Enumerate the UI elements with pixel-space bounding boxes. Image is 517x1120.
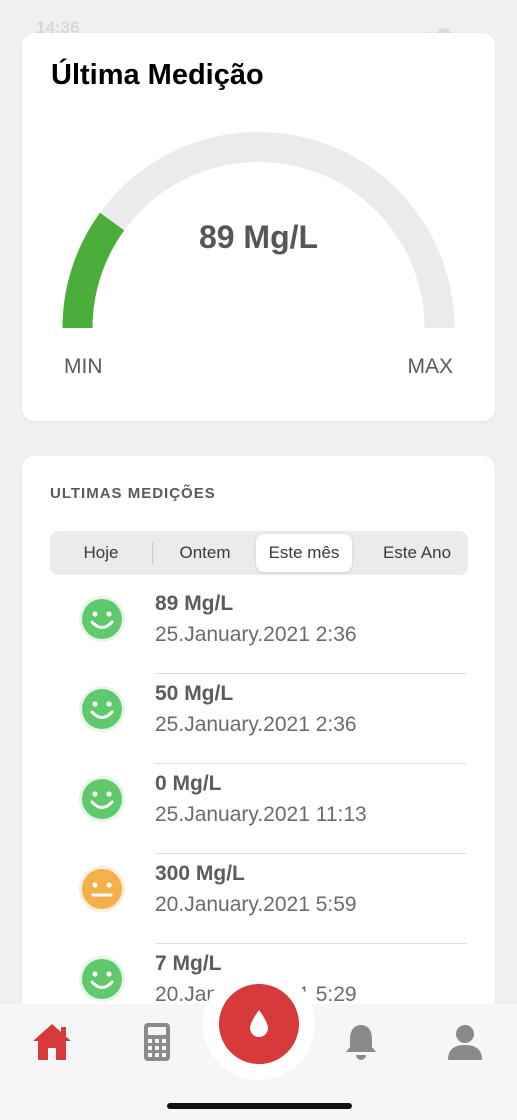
- measurement-list: 89 Mg/L 25.January.2021 2:36 50 Mg/L 25.…: [22, 584, 495, 1016]
- tab-this-month[interactable]: Este mês: [256, 534, 352, 572]
- list-item[interactable]: 300 Mg/L 20.January.2021 5:59: [22, 854, 495, 944]
- segment-divider: [152, 542, 153, 564]
- list-item[interactable]: 0 Mg/L 25.January.2021 11:13: [22, 764, 495, 854]
- bell-icon[interactable]: [339, 1020, 383, 1064]
- measurement-date: 20.January.2021 5:59: [155, 893, 357, 916]
- status-bar: 14:36: [0, 0, 517, 56]
- measurement-value: 7 Mg/L: [155, 952, 222, 975]
- home-icon[interactable]: [30, 1020, 74, 1064]
- happy-face-icon: [79, 596, 125, 642]
- tab-this-year[interactable]: Este Ano: [366, 531, 468, 575]
- gauge-max-label: MAX: [407, 355, 453, 378]
- tab-bar: [0, 968, 517, 1120]
- measurement-value: 50 Mg/L: [155, 682, 234, 705]
- measurement-value: 0 Mg/L: [155, 772, 222, 795]
- measurement-date: 25.January.2021 2:36: [155, 623, 357, 646]
- status-icons: [421, 20, 481, 56]
- measurement-value: 300 Mg/L: [155, 862, 245, 885]
- measurement-date: 25.January.2021 2:36: [155, 713, 357, 736]
- measurement-date: 25.January.2021 11:13: [155, 803, 367, 826]
- calculator-icon[interactable]: [135, 1020, 179, 1064]
- last-measurement-card: Última Medição 89 Mg/L MIN MAX: [22, 33, 495, 421]
- tab-yesterday[interactable]: Ontem: [154, 531, 256, 575]
- period-segmented-control: Hoje Ontem Este mês Este Ano: [50, 531, 468, 575]
- gauge-min-label: MIN: [64, 355, 103, 378]
- happy-face-icon: [79, 686, 125, 732]
- profile-icon[interactable]: [443, 1020, 487, 1064]
- happy-face-icon: [79, 956, 125, 1002]
- measurements-card: ULTIMAS MEDIÇÕES Hoje Ontem Este mês Est…: [22, 456, 495, 1016]
- blood-drop-icon[interactable]: [219, 984, 299, 1064]
- home-indicator: [167, 1103, 352, 1109]
- tab-today[interactable]: Hoje: [50, 531, 152, 575]
- measurement-value: 89 Mg/L: [155, 592, 234, 615]
- section-title: ULTIMAS MEDIÇÕES: [50, 485, 216, 502]
- list-item[interactable]: 89 Mg/L 25.January.2021 2:36: [22, 584, 495, 674]
- gauge-value: 89 Mg/L: [198, 219, 319, 255]
- list-item[interactable]: 50 Mg/L 25.January.2021 2:36: [22, 674, 495, 764]
- neutral-face-icon: [79, 866, 125, 912]
- happy-face-icon: [79, 776, 125, 822]
